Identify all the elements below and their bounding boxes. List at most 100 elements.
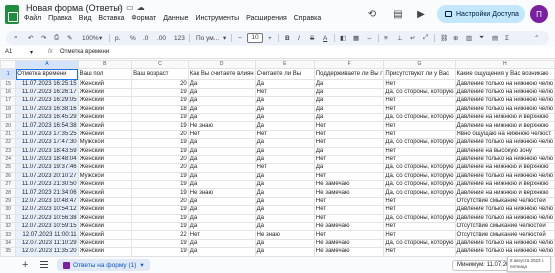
menu-item-extensions[interactable]: Расширения [246,15,287,22]
strikethrough-button[interactable]: S [310,33,314,43]
table-cell[interactable]: Да, со стороны, которую [383,180,456,190]
table-cell[interactable]: Какие ощущения у Вас возникаю [454,68,555,81]
table-cell[interactable]: Да [254,213,315,224]
number-format-button[interactable]: 123 [174,33,185,43]
row-number[interactable]: 23 [0,146,17,156]
table-cell[interactable]: 11.07.2023 16:25:15 [15,79,79,89]
table-cell[interactable]: 19 [131,112,189,123]
table-cell[interactable]: 12.07.2023 10:56:38 [15,213,79,224]
table-cell[interactable]: 19 [131,238,189,249]
functions-icon[interactable]: Σ [505,33,509,43]
table-cell[interactable]: Давление только на нижнюю челю [454,205,555,215]
table-cell[interactable]: Поддерживаете ли Вы г [313,68,385,81]
row-number[interactable]: 20 [0,121,17,131]
horizontal-align-icon[interactable]: ≡ [384,33,388,43]
table-cell[interactable]: Да [187,171,256,182]
table-cell[interactable]: Нет [313,230,385,240]
table-cell[interactable]: Давление только на нижнюю челю [454,213,555,224]
table-cell[interactable]: Да [187,196,256,207]
table-cell[interactable]: Да [313,96,385,106]
table-cell[interactable]: 12.07.2023 11:35:20 [15,247,79,256]
column-header[interactable]: H [454,60,555,70]
row-number[interactable]: 24 [0,154,17,165]
table-cell[interactable]: Женский [77,121,133,131]
formula-input[interactable]: Отметка времени [60,49,109,55]
decrease-decimal-button[interactable]: .0 [143,33,148,43]
table-cell[interactable]: Да, со стороны, которую [383,171,456,182]
sheets-logo-icon[interactable] [5,5,19,24]
filter-views-icon[interactable]: ▤ [492,33,498,43]
table-cell[interactable]: Давление только на нижнюю челю [454,138,555,148]
print-icon[interactable]: ⎙ [54,33,59,43]
table-cell[interactable]: Да [254,247,315,256]
row-number[interactable]: 33 [0,230,17,240]
row-number[interactable]: 30 [0,205,17,215]
table-cell[interactable]: Да [187,112,256,123]
table-cell[interactable]: Нет [254,163,315,173]
table-cell[interactable]: 18 [131,104,189,114]
table-cell[interactable]: Да [187,163,256,173]
decrease-font-size-icon[interactable]: − [238,33,242,43]
table-cell[interactable]: Давление на нижнюю и верхнюю [454,163,555,173]
share-button[interactable]: Настройки Доступа [437,5,525,23]
row-number[interactable]: 35 [0,247,17,256]
collapse-toolbar-icon[interactable]: ⌃ [534,33,539,43]
menu-item-file[interactable]: Файл [24,15,41,22]
table-cell[interactable]: Да [254,171,315,182]
row-number[interactable]: 29 [0,196,17,207]
table-cell[interactable]: Да [187,96,256,106]
table-cell[interactable]: Не замечаю [313,222,385,232]
history-icon[interactable]: ⟲ [363,5,381,23]
text-color-button[interactable]: A [323,33,327,43]
table-cell[interactable]: Да [254,222,315,232]
text-rotate-icon[interactable]: ⤢ [423,33,428,43]
table-cell[interactable]: Да [187,104,256,114]
table-cell[interactable]: Мужской [77,138,133,148]
menu-item-tools[interactable]: Инструменты [195,15,239,22]
table-cell[interactable]: 12.07.2023 11:00:11 [15,230,79,240]
table-cell[interactable]: Давление только на нижнюю челю [454,154,555,165]
table-cell[interactable]: Нет [383,146,456,156]
row-number[interactable]: 28 [0,188,17,198]
table-cell[interactable]: 11.07.2023 18:43:59 [15,146,79,156]
table-cell[interactable]: Да [187,205,256,215]
menu-item-insert[interactable]: Вставка [98,15,124,22]
table-cell[interactable]: Да [254,196,315,207]
borders-icon[interactable]: ▦ [353,33,359,43]
table-cell[interactable]: Да [254,154,315,165]
table-cell[interactable]: Нет [383,196,456,207]
zoom-select[interactable]: 100% [82,33,99,43]
row-number[interactable]: 21 [0,129,17,140]
table-cell[interactable]: Да [187,247,256,256]
table-cell[interactable]: Да [254,112,315,123]
menu-item-data[interactable]: Данные [163,15,188,22]
table-cell[interactable]: 19 [131,146,189,156]
column-header[interactable]: D [187,60,256,70]
table-cell[interactable]: Нет [313,138,385,148]
row-number[interactable]: 25 [0,163,17,173]
table-cell[interactable]: Да [254,180,315,190]
table-cell[interactable]: 12.07.2023 10:54:12 [15,205,79,215]
table-cell[interactable]: Нет [383,79,456,89]
table-cell[interactable]: 11.07.2023 16:54:38 [15,121,79,131]
table-cell[interactable]: Да [313,163,385,173]
paint-format-icon[interactable]: ✎ [67,33,72,43]
name-box[interactable]: A1 [5,49,45,55]
table-cell[interactable]: Да [313,87,385,98]
search-menus-icon[interactable]: ⌕ [14,33,18,43]
table-cell[interactable]: Нет [254,87,315,98]
column-header[interactable]: C [131,60,189,70]
text-wrap-icon[interactable]: ↵ [410,33,415,43]
table-cell[interactable]: Давление только на нижнюю челю [454,104,555,114]
table-cell[interactable]: 22 [131,230,189,240]
table-cell[interactable]: Да [254,146,315,156]
column-header[interactable]: B [77,60,133,70]
row-number[interactable]: 32 [0,222,17,232]
percent-format-button[interactable]: % [130,33,136,43]
table-cell[interactable]: Женский [77,112,133,123]
bold-button[interactable]: B [285,33,290,43]
table-cell[interactable]: Женский [77,196,133,207]
table-cell[interactable]: 11.07.2023 16:38:16 [15,104,79,114]
table-cell[interactable]: 19 [131,138,189,148]
row-number[interactable]: 19 [0,112,17,123]
